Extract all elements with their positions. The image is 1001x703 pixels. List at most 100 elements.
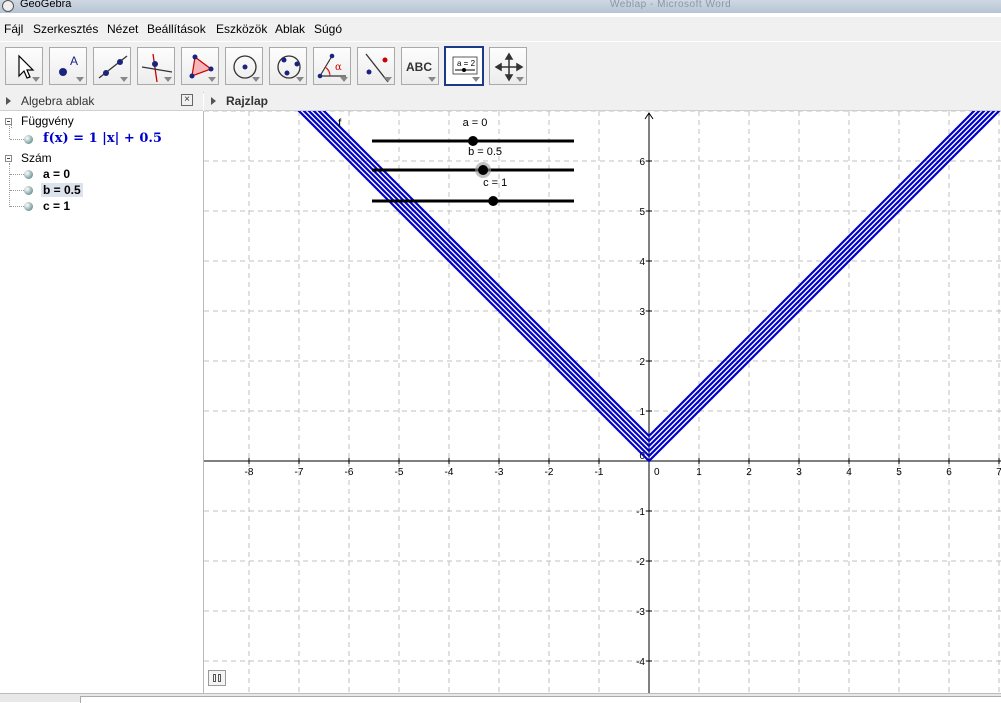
axis-tick-labels: -8 -7 -6 -5 -4 -3 -2 -1 0 1 2 3 4 5 6 76543210-1-2-3-4 [245,157,1001,668]
dropdown-triangle-icon [384,77,392,82]
background-window-title: Weblap - Microsoft Word [610,0,732,10]
polygon-tool-button[interactable] [181,47,219,85]
svg-text:A: A [70,54,78,68]
tree-connector [10,206,24,207]
y-tick-label: 5 [639,207,645,218]
y-tick-label: -3 [636,607,645,618]
function-curve[interactable] [249,111,1001,453]
slider-knob-2[interactable] [488,196,499,206]
collapse-numbers-button[interactable] [5,155,12,162]
window-title: GeoGebra [20,0,72,10]
y-tick-label: -4 [636,657,645,668]
reflect-tool-button[interactable] [357,47,395,85]
menu-bar: Fájl Szerkesztés Nézet Beállítások Eszkö… [0,17,1001,41]
x-tick-label: 3 [796,467,802,478]
x-tick-label: -4 [445,467,454,478]
algebra-item-f[interactable]: f(x) = 1 |x| + 0.5 [43,131,162,146]
x-tick-label: 2 [746,467,752,478]
perpendicular-tool-button[interactable] [137,47,175,85]
circle-center-tool-button[interactable] [225,47,263,85]
circle-3points-tool-button[interactable] [269,47,307,85]
toolbar: A α ABC a = 2 [0,42,1001,93]
svg-text:a = 2: a = 2 [457,59,476,68]
x-tick-label: -8 [245,467,254,478]
graphics-view-title: Rajzlap [226,94,269,108]
visibility-toggle-b[interactable] [24,186,33,195]
close-icon: × [184,94,190,105]
x-tick-label: -3 [495,467,504,478]
algebra-item-c[interactable]: c = 1 [43,199,70,213]
tree-connector [11,125,12,128]
collapse-triangle-icon[interactable] [211,97,216,105]
graphics-view-canvas[interactable]: -8 -7 -6 -5 -4 -3 -2 -1 0 1 2 3 4 5 6 76543210-1-2-3-4 … [204,111,1001,693]
input-field[interactable] [80,696,1001,703]
menu-edit[interactable]: Szerkesztés [33,22,98,36]
tree-connector [10,139,24,140]
tree-connector [10,190,24,191]
slider-label-2: c = 1 [483,177,507,189]
collapse-triangle-icon[interactable] [6,97,11,105]
menu-tools[interactable]: Eszközök [216,22,267,36]
svg-text:α: α [335,62,342,73]
group-label-numbers: Szám [21,151,52,165]
menu-options[interactable]: Beállítások [147,22,206,36]
pause-animation-button[interactable] [208,670,226,686]
menu-window[interactable]: Ablak [275,22,305,36]
x-tick-label: 6 [946,467,952,478]
dropdown-triangle-icon [340,77,348,82]
x-tick-label: -2 [545,467,554,478]
slider-tool-button[interactable]: a = 2 [444,46,484,86]
slider-knob-0[interactable] [468,136,478,146]
x-tick-label: 1 [696,467,702,478]
y-tick-label: 6 [639,157,645,168]
graphics-view-header: Rajzlap [204,92,1001,111]
x-tick-label: 5 [896,467,902,478]
grid [204,111,1001,693]
dropdown-triangle-icon [428,77,436,82]
title-bar: GeoGebra Weblap - Microsoft Word [0,0,1001,13]
visibility-toggle-f[interactable] [24,135,33,144]
move-tool-button[interactable] [5,47,43,85]
line-tool-button[interactable] [93,47,131,85]
svg-text:ABC: ABC [406,60,432,74]
close-algebra-view-button[interactable]: × [181,94,193,106]
menu-help[interactable]: Súgó [314,22,342,36]
angle-tool-button[interactable]: α [313,47,351,85]
y-tick-label: 3 [639,307,645,318]
algebra-view: Függvény f(x) = 1 |x| + 0.5 Szám a = 0 b… [0,111,204,693]
x-tick-label: 7 [996,467,1001,478]
algebra-item-a[interactable]: a = 0 [43,167,70,181]
dropdown-triangle-icon [252,77,260,82]
x-tick-label: -5 [395,467,404,478]
text-tool-button[interactable]: ABC [401,47,439,85]
slider-label-0: a = 0 [463,117,488,129]
menu-file[interactable]: Fájl [4,22,23,36]
x-tick-label: -6 [345,467,354,478]
collapse-functions-button[interactable] [5,118,12,125]
function-graph-f[interactable] [249,111,1001,463]
dropdown-triangle-icon [164,77,172,82]
dropdown-triangle-icon [472,77,480,82]
algebra-view-title: Algebra ablak [21,94,95,108]
dropdown-triangle-icon [120,77,128,82]
x-tick-label: -1 [595,467,604,478]
group-label-functions: Függvény [21,114,74,128]
move-view-tool-button[interactable] [489,47,527,85]
algebra-item-b[interactable]: b = 0.5 [41,183,83,197]
y-tick-label: 2 [639,357,645,368]
dropdown-triangle-icon [516,77,524,82]
x-tick-label: 0 [654,467,660,478]
tree-connector [10,174,24,175]
menu-view[interactable]: Nézet [107,22,138,36]
dropdown-triangle-icon [76,77,84,82]
dropdown-triangle-icon [32,77,40,82]
visibility-toggle-c[interactable] [24,202,33,211]
tree-connector [9,163,10,207]
point-tool-button[interactable]: A [49,47,87,85]
x-tick-label: 4 [846,467,852,478]
tree-connector [9,126,10,139]
visibility-toggle-a[interactable] [24,170,33,179]
slider-knob-1[interactable] [478,165,489,175]
dropdown-triangle-icon [208,77,216,82]
algebra-view-header: Algebra ablak × [0,92,203,111]
